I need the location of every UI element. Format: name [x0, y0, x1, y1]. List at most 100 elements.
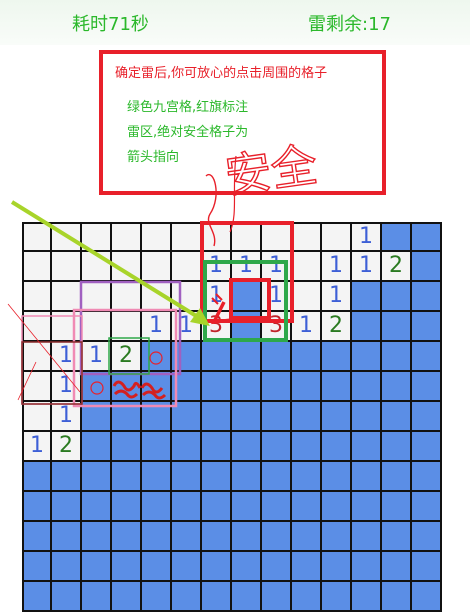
hidden-cell[interactable]: [112, 582, 142, 612]
hidden-cell[interactable]: [382, 342, 412, 372]
hidden-cell[interactable]: [292, 492, 322, 522]
hidden-cell[interactable]: [292, 342, 322, 372]
hidden-cell[interactable]: [412, 372, 442, 402]
hidden-cell[interactable]: [172, 402, 202, 432]
hidden-cell[interactable]: [352, 552, 382, 582]
hidden-cell[interactable]: [82, 522, 112, 552]
hidden-cell[interactable]: [112, 372, 142, 402]
hidden-cell[interactable]: [172, 342, 202, 372]
hidden-cell[interactable]: [142, 372, 172, 402]
hidden-cell[interactable]: [142, 492, 172, 522]
hidden-cell[interactable]: [232, 582, 262, 612]
hidden-cell[interactable]: [292, 432, 322, 462]
hidden-cell[interactable]: [142, 432, 172, 462]
hidden-cell[interactable]: [262, 432, 292, 462]
hidden-cell[interactable]: [202, 552, 232, 582]
hidden-cell[interactable]: [202, 402, 232, 432]
hidden-cell[interactable]: [172, 462, 202, 492]
hidden-cell[interactable]: [382, 432, 412, 462]
hidden-cell[interactable]: [322, 462, 352, 492]
hidden-cell[interactable]: [262, 522, 292, 552]
hidden-cell[interactable]: [112, 552, 142, 582]
hidden-cell[interactable]: [262, 492, 292, 522]
hidden-cell[interactable]: [262, 552, 292, 582]
hidden-cell[interactable]: [412, 552, 442, 582]
hidden-cell[interactable]: [82, 432, 112, 462]
hidden-cell[interactable]: [382, 582, 412, 612]
hidden-cell[interactable]: [142, 552, 172, 582]
hidden-cell[interactable]: [292, 582, 322, 612]
hidden-cell[interactable]: [232, 312, 262, 342]
hidden-cell[interactable]: [52, 552, 82, 582]
hidden-cell[interactable]: [22, 582, 52, 612]
hidden-cell[interactable]: [172, 552, 202, 582]
hidden-cell[interactable]: [22, 462, 52, 492]
hidden-cell[interactable]: [352, 372, 382, 402]
hidden-cell[interactable]: [52, 462, 82, 492]
hidden-cell[interactable]: [112, 522, 142, 552]
hidden-cell[interactable]: [322, 372, 352, 402]
hidden-cell[interactable]: [232, 552, 262, 582]
hidden-cell[interactable]: [232, 372, 262, 402]
hidden-cell[interactable]: [232, 402, 262, 432]
hidden-cell[interactable]: [142, 462, 172, 492]
hidden-cell[interactable]: [112, 492, 142, 522]
hidden-cell[interactable]: [382, 222, 412, 252]
hidden-cell[interactable]: [82, 582, 112, 612]
hidden-cell[interactable]: [232, 342, 262, 372]
hidden-cell[interactable]: [202, 522, 232, 552]
hidden-cell[interactable]: [412, 222, 442, 252]
hidden-cell[interactable]: [322, 522, 352, 552]
hidden-cell[interactable]: [82, 402, 112, 432]
hidden-cell[interactable]: [262, 372, 292, 402]
hidden-cell[interactable]: [202, 342, 232, 372]
hidden-cell[interactable]: [382, 372, 412, 402]
hidden-cell[interactable]: [412, 522, 442, 552]
hidden-cell[interactable]: [52, 492, 82, 522]
hidden-cell[interactable]: [382, 552, 412, 582]
hidden-cell[interactable]: [232, 522, 262, 552]
hidden-cell[interactable]: [82, 552, 112, 582]
hidden-cell[interactable]: [292, 402, 322, 432]
hidden-cell[interactable]: [142, 522, 172, 552]
hidden-cell[interactable]: [22, 492, 52, 522]
hidden-cell[interactable]: [232, 432, 262, 462]
hidden-cell[interactable]: [412, 252, 442, 282]
hidden-cell[interactable]: [292, 552, 322, 582]
hidden-cell[interactable]: [22, 552, 52, 582]
hidden-cell[interactable]: [292, 372, 322, 402]
hidden-cell[interactable]: [52, 522, 82, 552]
hidden-cell[interactable]: [112, 402, 142, 432]
hidden-cell[interactable]: [172, 582, 202, 612]
hidden-cell[interactable]: [352, 582, 382, 612]
hidden-cell[interactable]: [322, 432, 352, 462]
hidden-cell[interactable]: [352, 492, 382, 522]
hidden-cell[interactable]: [352, 312, 382, 342]
hidden-cell[interactable]: [412, 582, 442, 612]
hidden-cell[interactable]: [412, 282, 442, 312]
hidden-cell[interactable]: [412, 432, 442, 462]
hidden-cell[interactable]: [292, 462, 322, 492]
hidden-cell[interactable]: [202, 492, 232, 522]
hidden-cell[interactable]: [322, 552, 352, 582]
hidden-cell[interactable]: [352, 522, 382, 552]
hidden-cell[interactable]: [142, 342, 172, 372]
hidden-cell[interactable]: [82, 462, 112, 492]
hidden-cell[interactable]: [412, 312, 442, 342]
hidden-cell[interactable]: [142, 582, 172, 612]
hidden-cell[interactable]: [172, 432, 202, 462]
hidden-cell[interactable]: [262, 402, 292, 432]
hidden-cell[interactable]: [352, 432, 382, 462]
hidden-cell[interactable]: [412, 462, 442, 492]
hidden-cell[interactable]: [322, 582, 352, 612]
hidden-cell[interactable]: [22, 522, 52, 552]
hidden-cell[interactable]: [322, 342, 352, 372]
hidden-cell[interactable]: [112, 462, 142, 492]
hidden-cell[interactable]: [352, 462, 382, 492]
hidden-cell[interactable]: [412, 342, 442, 372]
hidden-cell[interactable]: [232, 282, 262, 312]
hidden-cell[interactable]: [232, 462, 262, 492]
hidden-cell[interactable]: [352, 342, 382, 372]
hidden-cell[interactable]: [202, 582, 232, 612]
hidden-cell[interactable]: [112, 432, 142, 462]
